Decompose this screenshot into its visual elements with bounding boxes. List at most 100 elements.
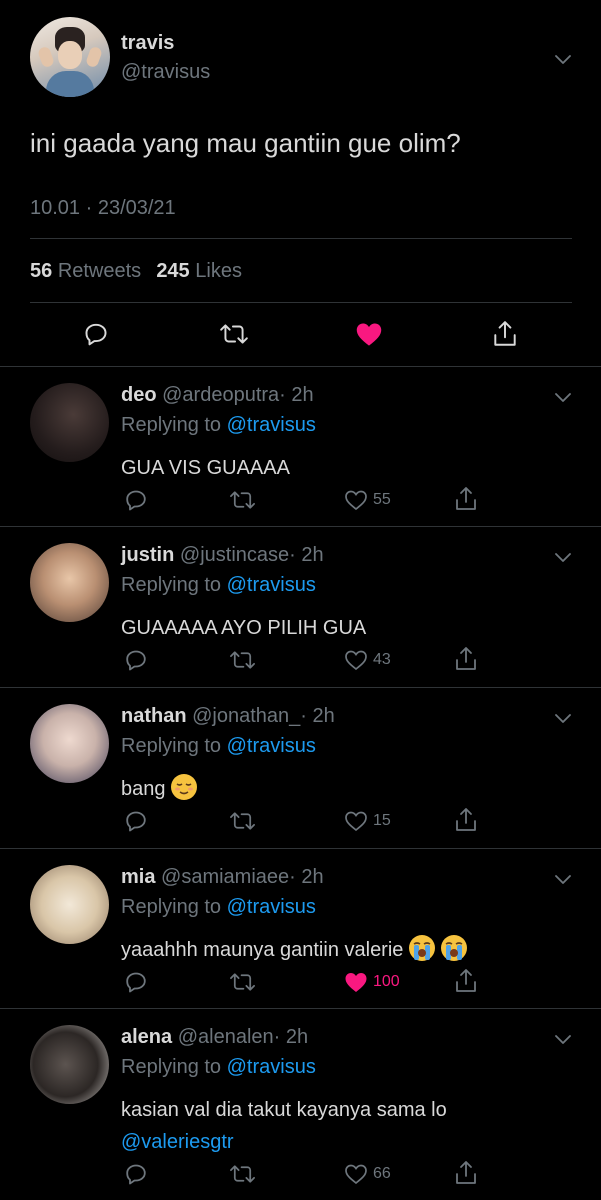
- mention-link[interactable]: @valeriesgtr: [121, 1131, 234, 1153]
- engagement-stats: 56 Retweets 245 Likes: [30, 260, 242, 283]
- reply-body: GUA VIS GUAAAA: [121, 452, 290, 484]
- tweet-text: ini gaada yang mau gantiin gue olim?: [30, 128, 461, 158]
- handle[interactable]: @alenalen: [178, 1026, 274, 1048]
- reply-text: GUAAAAA AYO PILIH GUA: [121, 617, 367, 639]
- like-heart-icon[interactable]: [344, 488, 368, 512]
- reply-icon[interactable]: [124, 970, 148, 994]
- reply-header: justin @justincase· 2h: [121, 544, 324, 567]
- reply-icon[interactable]: [83, 321, 109, 347]
- reply-text: yaaahhh maunya gantiin valerie: [121, 939, 404, 961]
- reply-icon[interactable]: [124, 488, 148, 512]
- time-ago[interactable]: · 2h: [300, 705, 334, 727]
- reply-icon[interactable]: [124, 809, 148, 833]
- more-options-chevron-icon[interactable]: [555, 390, 571, 408]
- replying-to: Replying to @travisus: [121, 574, 316, 597]
- reply-header: deo @ardeoputra· 2h: [121, 384, 314, 407]
- retweet-icon[interactable]: [229, 648, 256, 672]
- reply-text: kasian val dia takut kayanya sama lo: [121, 1099, 447, 1121]
- replying-label: Replying to: [121, 735, 222, 757]
- more-options-chevron-icon[interactable]: [555, 550, 571, 568]
- time-ago[interactable]: · 2h: [279, 384, 313, 406]
- divider: [0, 1008, 601, 1009]
- handle[interactable]: @jonathan_: [192, 705, 300, 727]
- display-name[interactable]: justin: [121, 544, 174, 566]
- timestamp[interactable]: 10.01 · 23/03/21: [30, 197, 176, 220]
- time-ago[interactable]: · 2h: [274, 1026, 308, 1048]
- replying-to-link[interactable]: @travisus: [227, 414, 316, 436]
- share-icon[interactable]: [454, 646, 478, 672]
- reply-icon[interactable]: [124, 1162, 148, 1186]
- reply-header: mia @samiamiaee· 2h: [121, 866, 324, 889]
- reply-text: GUA VIS GUAAAA: [121, 457, 290, 479]
- share-icon[interactable]: [454, 968, 478, 994]
- like-heart-icon[interactable]: [344, 809, 368, 833]
- avatar[interactable]: [30, 383, 109, 462]
- retweet-icon[interactable]: [229, 970, 256, 994]
- display-name[interactable]: travis: [121, 32, 174, 55]
- replying-to: Replying to @travisus: [121, 1056, 316, 1079]
- divider: [0, 526, 601, 527]
- like-count: 43: [373, 651, 391, 668]
- reply-body: yaaahhh maunya gantiin valerie: [121, 934, 467, 966]
- avatar[interactable]: [30, 865, 109, 944]
- replying-to-link[interactable]: @travisus: [227, 574, 316, 596]
- handle[interactable]: @ardeoputra: [162, 384, 279, 406]
- like-count: 15: [373, 812, 391, 829]
- like-heart-icon[interactable]: [344, 970, 368, 994]
- likes-label[interactable]: Likes: [195, 260, 242, 282]
- display-name[interactable]: deo: [121, 384, 157, 406]
- avatar[interactable]: [30, 543, 109, 622]
- like-heart-icon[interactable]: [344, 1162, 368, 1186]
- handle[interactable]: @travisus: [121, 61, 210, 84]
- display-name[interactable]: alena: [121, 1026, 172, 1048]
- share-icon[interactable]: [454, 1160, 478, 1186]
- avatar[interactable]: [30, 704, 109, 783]
- avatar[interactable]: [30, 1025, 109, 1104]
- more-options-chevron-icon[interactable]: [555, 52, 571, 70]
- retweets-label[interactable]: Retweets: [58, 260, 141, 282]
- like-heart-icon[interactable]: [355, 321, 383, 347]
- share-icon[interactable]: [492, 320, 518, 348]
- replying-label: Replying to: [121, 1056, 222, 1078]
- relieved-face-emoji: [171, 774, 198, 800]
- reply-body: kasian val dia takut kayanya sama lo @val…: [121, 1094, 447, 1158]
- share-icon[interactable]: [454, 486, 478, 512]
- replying-label: Replying to: [121, 896, 222, 918]
- retweet-icon[interactable]: [229, 809, 256, 833]
- replying-label: Replying to: [121, 574, 222, 596]
- replying-to-link[interactable]: @travisus: [227, 896, 316, 918]
- reply-header: alena @alenalen· 2h: [121, 1026, 308, 1049]
- retweet-icon[interactable]: [229, 1162, 256, 1186]
- divider: [30, 302, 572, 303]
- like-count: 66: [373, 1165, 391, 1182]
- divider: [30, 238, 572, 239]
- time-ago[interactable]: · 2h: [289, 866, 323, 888]
- reply-body: GUAAAAA AYO PILIH GUA: [121, 612, 366, 644]
- reply-text: bang: [121, 778, 166, 800]
- reply-header: nathan @jonathan_· 2h: [121, 705, 335, 728]
- avatar[interactable]: [30, 17, 110, 97]
- retweet-icon[interactable]: [219, 321, 249, 347]
- divider: [0, 687, 601, 688]
- reply-icon[interactable]: [124, 648, 148, 672]
- share-icon[interactable]: [454, 807, 478, 833]
- likes-count[interactable]: 245: [156, 260, 189, 282]
- replying-to-link[interactable]: @travisus: [227, 735, 316, 757]
- display-name[interactable]: mia: [121, 866, 155, 888]
- replying-to: Replying to @travisus: [121, 414, 316, 437]
- more-options-chevron-icon[interactable]: [555, 711, 571, 729]
- display-name[interactable]: nathan: [121, 705, 187, 727]
- like-heart-icon[interactable]: [344, 648, 368, 672]
- retweet-icon[interactable]: [229, 488, 256, 512]
- retweets-count[interactable]: 56: [30, 260, 52, 282]
- divider: [0, 366, 601, 367]
- handle[interactable]: @justincase: [180, 544, 289, 566]
- more-options-chevron-icon[interactable]: [555, 1032, 571, 1050]
- replying-to-link[interactable]: @travisus: [227, 1056, 316, 1078]
- replying-to: Replying to @travisus: [121, 735, 316, 758]
- time-ago[interactable]: · 2h: [289, 544, 323, 566]
- more-options-chevron-icon[interactable]: [555, 872, 571, 890]
- handle[interactable]: @samiamiaee: [161, 866, 289, 888]
- divider: [0, 848, 601, 849]
- loudly-crying-face-emoji: [408, 935, 435, 961]
